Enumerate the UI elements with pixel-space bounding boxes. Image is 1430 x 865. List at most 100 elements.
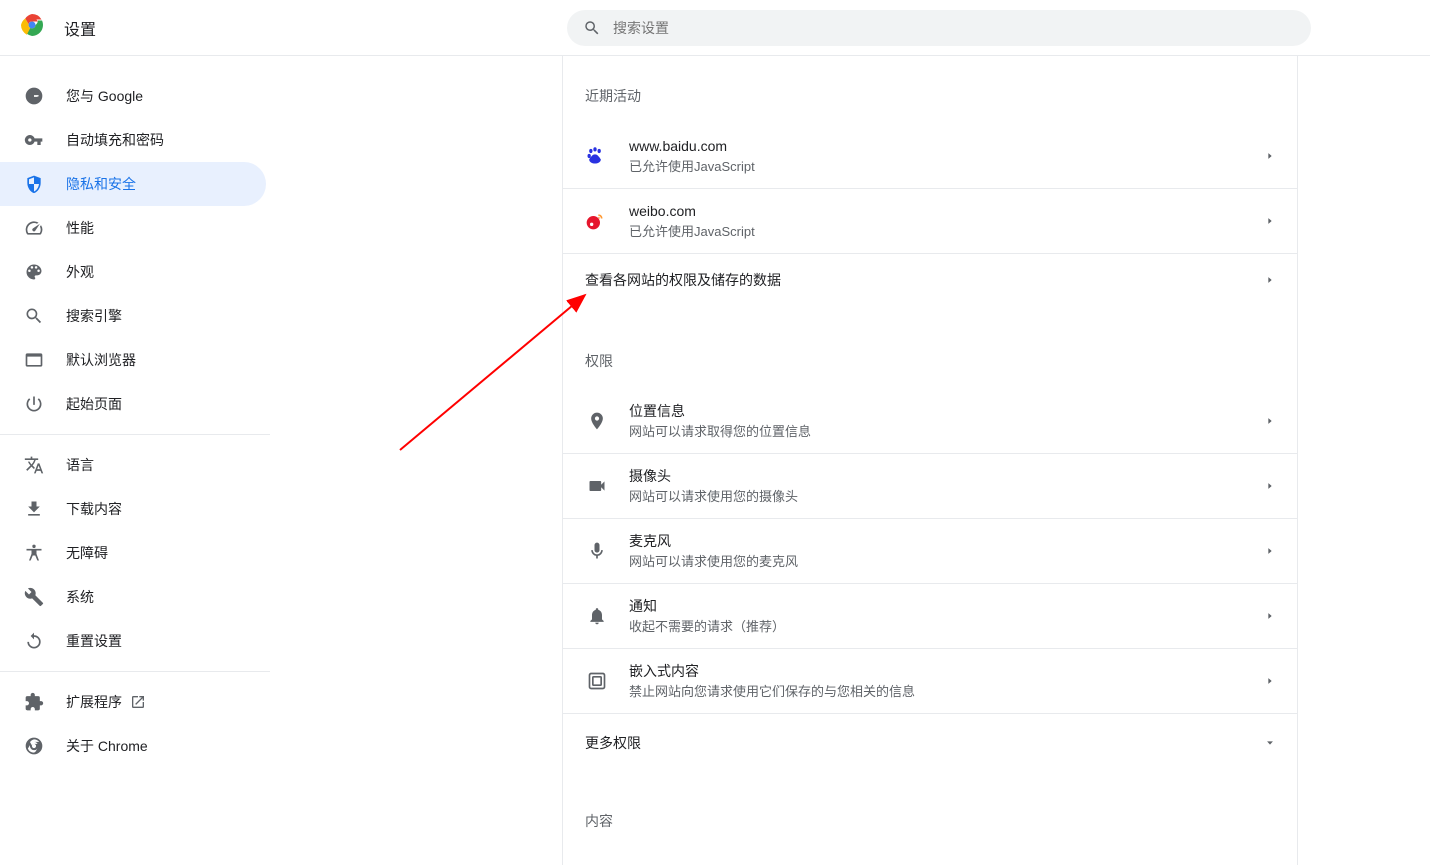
sidebar-item-languages[interactable]: 语言	[0, 443, 266, 487]
sidebar-item-label: 自动填充和密码	[66, 130, 164, 150]
site-status: 已允许使用JavaScript	[629, 158, 1265, 176]
sidebar: 您与 Google 自动填充和密码 隐私和安全 性能 外观 搜索引擎 默认浏览器…	[0, 56, 270, 768]
speed-icon	[24, 218, 44, 238]
shield-icon	[24, 174, 44, 194]
chevron-right-icon	[1265, 216, 1275, 226]
download-icon	[24, 499, 44, 519]
sidebar-item-label: 性能	[66, 218, 94, 238]
reset-icon	[24, 631, 44, 651]
permission-title: 摄像头	[629, 466, 1265, 486]
extension-icon	[24, 692, 44, 712]
chevron-right-icon	[1265, 481, 1275, 491]
recent-site-row[interactable]: www.baidu.com 已允许使用JavaScript	[563, 124, 1297, 188]
recent-site-row[interactable]: weibo.com 已允许使用JavaScript	[563, 188, 1297, 253]
content-section-title: 内容	[563, 771, 1297, 837]
browser-icon	[24, 350, 44, 370]
key-icon	[24, 130, 44, 150]
divider	[0, 434, 270, 435]
sidebar-item-label: 系统	[66, 587, 94, 607]
chevron-right-icon	[1265, 151, 1275, 161]
sidebar-item-downloads[interactable]: 下载内容	[0, 487, 266, 531]
view-all-sites-row[interactable]: 查看各网站的权限及储存的数据	[563, 253, 1297, 305]
chevron-right-icon	[1265, 546, 1275, 556]
sidebar-item-label: 下载内容	[66, 499, 122, 519]
external-link-icon	[130, 694, 146, 710]
more-permissions-label: 更多权限	[585, 733, 1265, 753]
chevron-down-icon	[1265, 738, 1275, 748]
permission-sub: 网站可以请求取得您的位置信息	[629, 423, 1265, 441]
permission-embedded-row[interactable]: 嵌入式内容 禁止网站向您请求使用它们保存的与您相关的信息	[563, 648, 1297, 713]
sidebar-item-label: 搜索引擎	[66, 306, 122, 326]
divider	[0, 671, 270, 672]
sidebar-item-reset[interactable]: 重置设置	[0, 619, 266, 663]
sidebar-item-label: 关于 Chrome	[66, 736, 148, 756]
sidebar-item-accessibility[interactable]: 无障碍	[0, 531, 266, 575]
chevron-right-icon	[1265, 416, 1275, 426]
permission-notifications-row[interactable]: 通知 收起不需要的请求（推荐）	[563, 583, 1297, 648]
palette-icon	[24, 262, 44, 282]
chrome-logo-icon	[20, 13, 64, 42]
sidebar-item-label: 重置设置	[66, 631, 122, 651]
baidu-icon	[585, 146, 605, 166]
sidebar-item-label: 外观	[66, 262, 94, 282]
header: 设置	[0, 0, 1430, 56]
search-bar[interactable]	[567, 10, 1311, 46]
sidebar-item-label: 扩展程序	[66, 692, 122, 712]
permission-title: 通知	[629, 596, 1265, 616]
search-icon	[583, 19, 601, 37]
sidebar-item-on-startup[interactable]: 起始页面	[0, 382, 266, 426]
search-input[interactable]	[613, 20, 1295, 36]
sidebar-item-you-and-google[interactable]: 您与 Google	[0, 74, 266, 118]
permission-sub: 禁止网站向您请求使用它们保存的与您相关的信息	[629, 683, 1265, 701]
bell-icon	[585, 604, 609, 628]
language-icon	[24, 455, 44, 475]
sidebar-item-label: 语言	[66, 455, 94, 475]
permission-camera-row[interactable]: 摄像头 网站可以请求使用您的摄像头	[563, 453, 1297, 518]
chevron-right-icon	[1265, 676, 1275, 686]
recent-activity-title: 近期活动	[563, 56, 1297, 124]
sidebar-item-label: 默认浏览器	[66, 350, 136, 370]
search-icon	[24, 306, 44, 326]
chevron-right-icon	[1265, 611, 1275, 621]
sidebar-item-label: 隐私和安全	[66, 174, 136, 194]
site-status: 已允许使用JavaScript	[629, 223, 1265, 241]
permissions-title: 权限	[563, 305, 1297, 389]
sidebar-item-appearance[interactable]: 外观	[0, 250, 266, 294]
more-permissions-row[interactable]: 更多权限	[563, 713, 1297, 771]
location-icon	[585, 409, 609, 433]
permission-title: 麦克风	[629, 531, 1265, 551]
accessibility-icon	[24, 543, 44, 563]
sidebar-item-default-browser[interactable]: 默认浏览器	[0, 338, 266, 382]
sidebar-item-performance[interactable]: 性能	[0, 206, 266, 250]
permission-title: 嵌入式内容	[629, 661, 1265, 681]
permission-sub: 网站可以请求使用您的摄像头	[629, 488, 1265, 506]
sidebar-item-extensions[interactable]: 扩展程序	[0, 680, 266, 724]
sidebar-item-system[interactable]: 系统	[0, 575, 266, 619]
site-domain: www.baidu.com	[629, 136, 1265, 156]
sidebar-item-about[interactable]: 关于 Chrome	[0, 724, 266, 768]
camera-icon	[585, 474, 609, 498]
sidebar-item-privacy-security[interactable]: 隐私和安全	[0, 162, 266, 206]
page-title: 设置	[64, 16, 96, 40]
embed-icon	[585, 669, 609, 693]
chevron-right-icon	[1265, 275, 1275, 285]
weibo-icon	[585, 211, 605, 231]
permission-sub: 收起不需要的请求（推荐）	[629, 618, 1265, 636]
sidebar-item-search-engine[interactable]: 搜索引擎	[0, 294, 266, 338]
permission-sub: 网站可以请求使用您的麦克风	[629, 553, 1265, 571]
system-icon	[24, 587, 44, 607]
sidebar-item-label: 您与 Google	[66, 86, 143, 106]
permission-title: 位置信息	[629, 401, 1265, 421]
sidebar-item-label: 无障碍	[66, 543, 108, 563]
main-content: 近期活动 www.baidu.com 已允许使用JavaScript weibo…	[562, 56, 1298, 865]
view-all-sites-label: 查看各网站的权限及储存的数据	[585, 270, 1265, 290]
permission-microphone-row[interactable]: 麦克风 网站可以请求使用您的麦克风	[563, 518, 1297, 583]
site-domain: weibo.com	[629, 201, 1265, 221]
mic-icon	[585, 539, 609, 563]
chrome-icon	[24, 736, 44, 756]
power-icon	[24, 394, 44, 414]
permission-location-row[interactable]: 位置信息 网站可以请求取得您的位置信息	[563, 389, 1297, 453]
sidebar-item-label: 起始页面	[66, 394, 122, 414]
google-icon	[24, 86, 44, 106]
sidebar-item-autofill[interactable]: 自动填充和密码	[0, 118, 266, 162]
